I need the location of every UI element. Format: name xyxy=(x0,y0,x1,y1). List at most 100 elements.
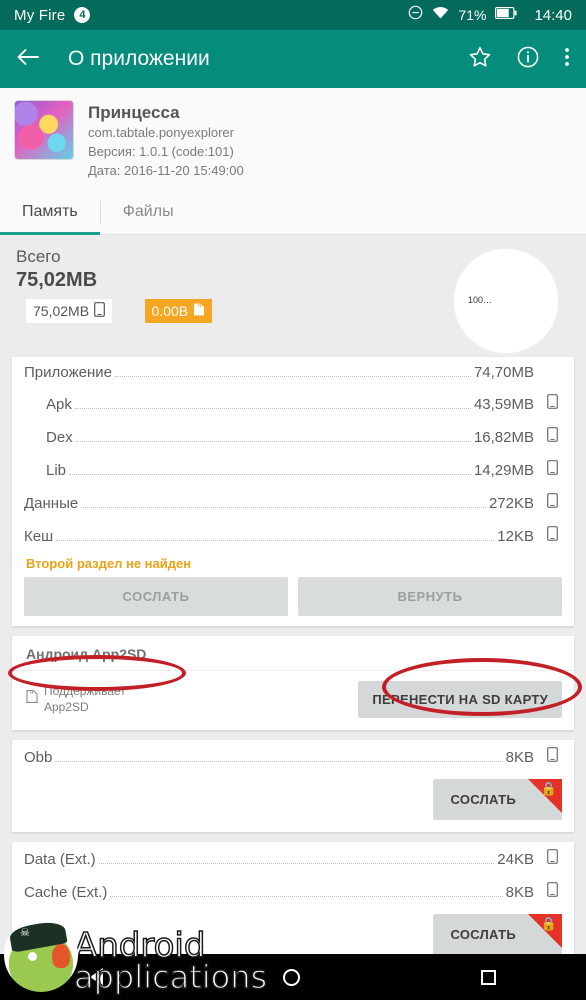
app2sd-support-line1: Поддерживает xyxy=(44,683,126,698)
tab-files[interactable]: Файлы xyxy=(101,191,196,234)
phone-icon xyxy=(542,393,562,414)
info-circle-icon[interactable] xyxy=(516,45,540,74)
table-row: Apk 43,59MB xyxy=(12,387,574,420)
obb-button-row: СОСЛАТЬ 🔒 xyxy=(12,773,574,832)
link-restore-button-row: СОСЛАТЬ ВЕРНУТЬ xyxy=(12,576,574,626)
app-date-label: Дата: 2016-11-20 15:49:00 xyxy=(88,162,244,178)
table-row: Cache (Ext.) 8KB xyxy=(12,875,574,908)
dotted-leader xyxy=(69,473,471,475)
app2sd-support-row: Поддерживает App2SD ПЕРЕНЕСТИ НА SD КАРТ… xyxy=(12,671,574,730)
row-value: 14,29MB xyxy=(473,461,534,479)
status-bar-title: My Fire xyxy=(14,6,66,24)
row-value: 272KB xyxy=(488,494,534,512)
link-button[interactable]: СОСЛАТЬ xyxy=(24,576,288,616)
lock-icon: 🔒 xyxy=(528,778,562,813)
dotted-leader xyxy=(114,375,471,377)
row-name: Obb xyxy=(24,748,53,766)
lock-glyph: 🔒 xyxy=(540,915,557,931)
row-name: Данные xyxy=(24,494,79,512)
phone-icon xyxy=(542,746,562,767)
phone-icon xyxy=(542,848,562,869)
app2sd-card: Андроид App2SD Поддерживает App2SD ПЕРЕН… xyxy=(12,635,574,730)
app2sd-support-text: Поддерживает App2SD xyxy=(44,683,126,715)
nav-home-icon[interactable] xyxy=(283,968,301,986)
row-value: 8KB xyxy=(505,883,534,901)
phone-screen: My Fire 4 71% 14:40 О приложении Принцес… xyxy=(0,0,586,1000)
watermark-text: Android applications xyxy=(73,928,268,996)
second-partition-warning: Второй раздел не найден xyxy=(26,555,192,571)
row-name: Dex xyxy=(46,428,73,446)
parrot-shape xyxy=(52,944,70,968)
row-name: Apk xyxy=(46,395,72,413)
internal-chip-label: 75,02MB xyxy=(33,302,90,319)
app-name-label: Принцесса xyxy=(88,103,180,122)
table-row: Data (Ext.) 24KB xyxy=(12,842,574,875)
battery-percent-label: 71% xyxy=(458,7,487,23)
phone-icon xyxy=(542,525,562,546)
restore-button[interactable]: ВЕРНУТЬ xyxy=(298,576,562,616)
page-title: О приложении xyxy=(68,47,210,70)
app-info-header: Принцесса com.tabtale.ponyexplorer Верси… xyxy=(0,88,586,191)
sdcard-icon xyxy=(26,689,38,709)
internal-storage-chip: 75,02MB xyxy=(26,298,113,323)
storage-pie-chart: 100… xyxy=(454,248,558,353)
back-arrow-icon[interactable] xyxy=(16,47,40,72)
tab-bar: Память Файлы xyxy=(0,190,586,235)
row-value: 8KB xyxy=(505,748,534,766)
watermark: ☠ Android applications xyxy=(4,918,268,996)
external-link-button[interactable]: СОСЛАТЬ 🔒 xyxy=(432,913,562,955)
sd-chip-label: 0.00B xyxy=(151,302,189,319)
star-outline-icon[interactable] xyxy=(468,45,492,74)
skull-glyph: ☠ xyxy=(20,927,30,939)
mascot-eye-shape xyxy=(28,952,37,961)
status-bar-icons: 71% 14:40 xyxy=(408,5,572,25)
dotted-leader xyxy=(74,407,471,409)
dotted-leader xyxy=(81,506,486,508)
external-link-label: СОСЛАТЬ xyxy=(450,926,516,942)
phone-icon xyxy=(94,301,105,320)
phone-icon xyxy=(542,492,562,513)
obb-card: Obb 8KB СОСЛАТЬ 🔒 xyxy=(12,739,574,832)
notification-badge: 4 xyxy=(74,7,91,23)
phone-icon xyxy=(542,426,562,447)
storage-breakdown-card: Приложение 74,70MB Apk 43,59MB Dex 16,82… xyxy=(12,356,574,626)
obb-link-button[interactable]: СОСЛАТЬ 🔒 xyxy=(432,778,562,820)
row-name: Приложение xyxy=(24,363,112,381)
minus-circle-icon xyxy=(408,5,423,25)
row-value: 24KB xyxy=(497,850,534,868)
status-bar: My Fire 4 71% 14:40 xyxy=(0,0,586,30)
dotted-leader xyxy=(75,440,471,442)
app-bar-actions xyxy=(468,45,570,74)
row-value: 12KB xyxy=(497,527,534,545)
wifi-icon xyxy=(432,6,449,25)
storage-summary: Всего 75,02MB 75,02MB 0.00B 100… xyxy=(0,234,586,357)
dotted-leader xyxy=(56,539,495,541)
table-row: Obb 8KB xyxy=(12,740,574,773)
table-row: Dex 16,82MB xyxy=(12,420,574,453)
row-value: 43,59MB xyxy=(473,395,534,413)
row-name: Cache (Ext.) xyxy=(24,883,108,901)
phone-icon xyxy=(542,459,562,480)
table-row: Lib 14,29MB xyxy=(12,453,574,486)
row-name: Кеш xyxy=(24,527,54,545)
app2sd-section-title: Андроид App2SD xyxy=(12,636,574,671)
dotted-leader xyxy=(55,760,503,762)
move-to-sd-button[interactable]: ПЕРЕНЕСТИ НА SD КАРТУ xyxy=(358,680,562,718)
app-icon-princess xyxy=(14,100,74,160)
overflow-menu-icon[interactable] xyxy=(564,45,570,74)
nav-recents-icon[interactable] xyxy=(480,969,496,985)
row-name: Data (Ext.) xyxy=(24,850,96,868)
app-bar: О приложении xyxy=(0,30,586,88)
battery-icon xyxy=(495,6,518,24)
row-value: 74,70MB xyxy=(473,363,534,381)
app-version-label: Версия: 1.0.1 (code:101) xyxy=(88,143,234,159)
clock-label: 14:40 xyxy=(534,6,572,24)
obb-link-label: СОСЛАТЬ xyxy=(450,791,516,807)
dotted-leader xyxy=(98,862,495,864)
row-name: Lib xyxy=(46,461,67,479)
table-row: Данные 272KB xyxy=(12,486,574,519)
lock-icon: 🔒 xyxy=(528,913,562,948)
tab-memory[interactable]: Память xyxy=(0,191,100,235)
dotted-leader xyxy=(110,895,503,897)
watermark-line2: applications xyxy=(73,957,268,996)
